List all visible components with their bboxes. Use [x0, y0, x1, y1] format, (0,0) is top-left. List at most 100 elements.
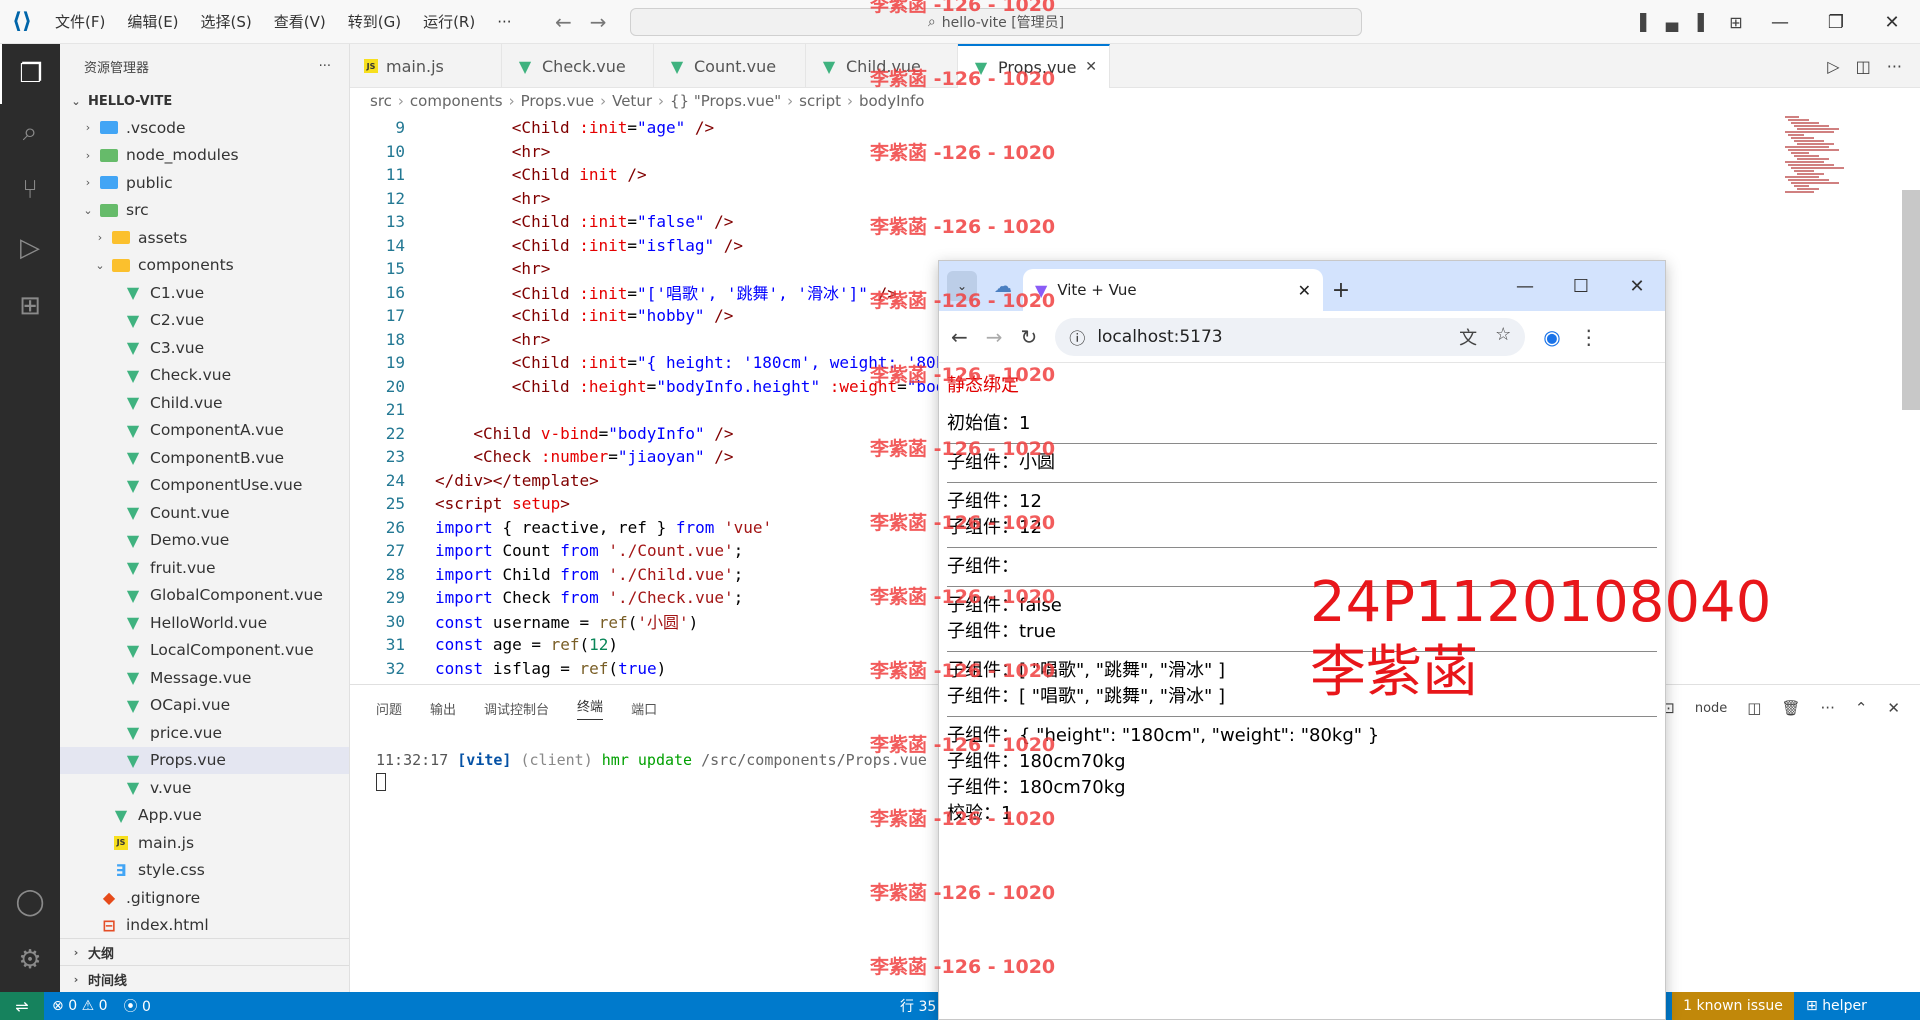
terminal-name[interactable]: node [1695, 701, 1727, 716]
tree-item[interactable]: ▼ C2.vue [60, 307, 349, 335]
panel-tab[interactable]: 输出 [430, 699, 456, 718]
tree-item[interactable]: ▼ HelloWorld.vue [60, 609, 349, 637]
workspace-root[interactable]: ⌄ HELLO-VITE [60, 88, 349, 114]
close-tab-icon[interactable]: ✕ [1085, 59, 1097, 75]
tree-item[interactable]: ▼ Message.vue [60, 664, 349, 692]
back-arrow-icon[interactable]: ← [951, 325, 968, 349]
tree-item[interactable]: ⌄ src [60, 197, 349, 225]
profile-icon[interactable]: ◉ [1543, 325, 1560, 349]
more-actions-icon[interactable]: ··· [319, 59, 331, 74]
tree-item[interactable]: ▼ ComponentB.vue [60, 444, 349, 472]
toggle-panel-icon[interactable]: ▄ [1656, 13, 1688, 32]
menu-item[interactable]: ··· [486, 0, 522, 44]
explorer-icon[interactable]: ❐ [0, 44, 60, 104]
customize-layout-icon[interactable]: ⊞ [1720, 13, 1752, 32]
breadcrumb-item[interactable]: bodyInfo [859, 92, 925, 110]
site-info-icon[interactable]: ⓘ [1069, 325, 1085, 349]
tree-item[interactable]: ▼ Demo.vue [60, 527, 349, 555]
editor-tab[interactable]: ▼ Count.vue [654, 44, 806, 88]
new-tab-icon[interactable]: + [1323, 269, 1359, 311]
tree-item[interactable]: ▼ ComponentUse.vue [60, 472, 349, 500]
panel-tab[interactable]: 端口 [631, 699, 657, 718]
browser-menu-icon[interactable]: ⋮ [1579, 325, 1599, 349]
tree-item[interactable]: ▼ GlobalComponent.vue [60, 582, 349, 610]
outline-section[interactable]: › 大纲 [60, 938, 349, 965]
problems-status[interactable]: ⊗ 0 ⚠ 0 [44, 998, 116, 1014]
tree-item[interactable]: ⊟ index.html [60, 912, 349, 940]
menu-item[interactable]: 转到(G) [337, 0, 412, 44]
menu-item[interactable]: 运行(R) [412, 0, 486, 44]
back-arrow-icon[interactable]: ← [555, 10, 572, 34]
extensions-icon[interactable]: ⊞ [0, 276, 60, 336]
panel-tab[interactable]: 问题 [376, 699, 402, 718]
known-issue-badge[interactable]: 1 known issue [1672, 992, 1794, 1020]
breadcrumb-item[interactable]: {} "Props.vue" [670, 92, 781, 110]
maximize-panel-icon[interactable]: ⌃ [1855, 699, 1868, 717]
tree-item[interactable]: ▼ fruit.vue [60, 554, 349, 582]
tree-item[interactable]: ▼ Check.vue [60, 362, 349, 390]
forward-arrow-icon[interactable]: → [590, 10, 607, 34]
tree-item[interactable]: ⌄ components [60, 252, 349, 280]
tree-item[interactable]: ▼ C1.vue [60, 279, 349, 307]
editor-tab[interactable]: ▼ Props.vue ✕ [958, 44, 1110, 88]
menu-item[interactable]: 查看(V) [263, 0, 337, 44]
toggle-secondary-sidebar-icon[interactable]: ▌ [1688, 13, 1720, 32]
tree-item[interactable]: ▼ Props.vue [60, 746, 349, 774]
source-control-icon[interactable]: ⑂ [0, 160, 60, 220]
toggle-sidebar-icon[interactable]: ▐ [1624, 13, 1656, 32]
tree-item[interactable]: ▼ OCapi.vue [60, 692, 349, 720]
minimap[interactable] [1785, 116, 1855, 206]
editor-tab[interactable]: ▼ Check.vue [502, 44, 654, 88]
tab-search-chevron-icon[interactable]: ⌄ [947, 271, 977, 301]
menu-item[interactable]: 文件(F) [44, 0, 116, 44]
translate-icon[interactable]: 文 [1459, 324, 1477, 350]
run-icon[interactable]: ▷ [1827, 57, 1839, 76]
trash-icon[interactable]: 🗑 [1781, 699, 1800, 717]
tree-item[interactable]: ▼ C3.vue [60, 334, 349, 362]
close-window-icon[interactable]: ✕ [1609, 276, 1665, 297]
restore-icon[interactable]: ❐ [1808, 12, 1864, 33]
run-debug-icon[interactable]: ▷ [0, 218, 60, 278]
editor-scrollbar[interactable] [1902, 190, 1920, 410]
pinned-tab-icon[interactable]: ☁ [983, 266, 1023, 306]
breadcrumb-item[interactable]: script [799, 92, 841, 110]
ports-status[interactable]: ⦿ 0 [116, 996, 159, 1016]
tree-item[interactable]: ▼ App.vue [60, 802, 349, 830]
menu-item[interactable]: 编辑(E) [116, 0, 189, 44]
account-icon[interactable]: ◯ [0, 872, 60, 932]
close-tab-icon[interactable]: ✕ [1298, 281, 1311, 300]
tree-item[interactable]: ∃ style.css [60, 857, 349, 885]
remote-icon[interactable]: ⇌ [0, 992, 44, 1020]
bookmark-star-icon[interactable]: ☆ [1495, 324, 1511, 350]
tree-item[interactable]: ▼ v.vue [60, 774, 349, 802]
tree-item[interactable]: › assets [60, 224, 349, 252]
settings-gear-icon[interactable]: ⚙ [0, 930, 60, 990]
browser-tab[interactable]: ▼ Vite + Vue ✕ [1023, 269, 1323, 311]
editor-tab[interactable]: JS main.js [350, 44, 502, 88]
close-window-icon[interactable]: ✕ [1864, 12, 1920, 33]
close-panel-icon[interactable]: ✕ [1887, 699, 1900, 717]
tree-item[interactable]: ▼ LocalComponent.vue [60, 637, 349, 665]
tree-item[interactable]: › node_modules [60, 142, 349, 170]
minimize-icon[interactable]: — [1752, 12, 1808, 33]
tree-item[interactable]: ◆ .gitignore [60, 884, 349, 912]
tree-item[interactable]: › public [60, 169, 349, 197]
forward-arrow-icon[interactable]: → [986, 325, 1003, 349]
minimize-icon[interactable]: — [1497, 276, 1553, 297]
search-icon[interactable]: ⌕ [0, 102, 60, 162]
helper-status[interactable]: ⊞ helper [1794, 992, 1867, 1020]
cursor-position[interactable]: 行 35 [900, 992, 936, 1020]
breadcrumb-item[interactable]: Vetur [612, 92, 652, 110]
more-actions-icon[interactable]: ··· [1887, 57, 1902, 76]
split-terminal-icon[interactable]: ◫ [1747, 699, 1761, 717]
command-center-search[interactable]: ⌕ hello-vite [管理员] [630, 8, 1362, 36]
panel-tab[interactable]: 调试控制台 [484, 699, 549, 718]
address-bar[interactable]: ⓘ localhost:5173 文 ☆ [1055, 317, 1526, 356]
tree-item[interactable]: ▼ ComponentA.vue [60, 417, 349, 445]
editor-tab[interactable]: ▼ Child.vue [806, 44, 958, 88]
breadcrumb-item[interactable]: src [370, 92, 392, 110]
breadcrumb-item[interactable]: components [410, 92, 503, 110]
tree-item[interactable]: ▼ Count.vue [60, 499, 349, 527]
reload-icon[interactable]: ↻ [1021, 325, 1038, 349]
tree-item[interactable]: › .vscode [60, 114, 349, 142]
